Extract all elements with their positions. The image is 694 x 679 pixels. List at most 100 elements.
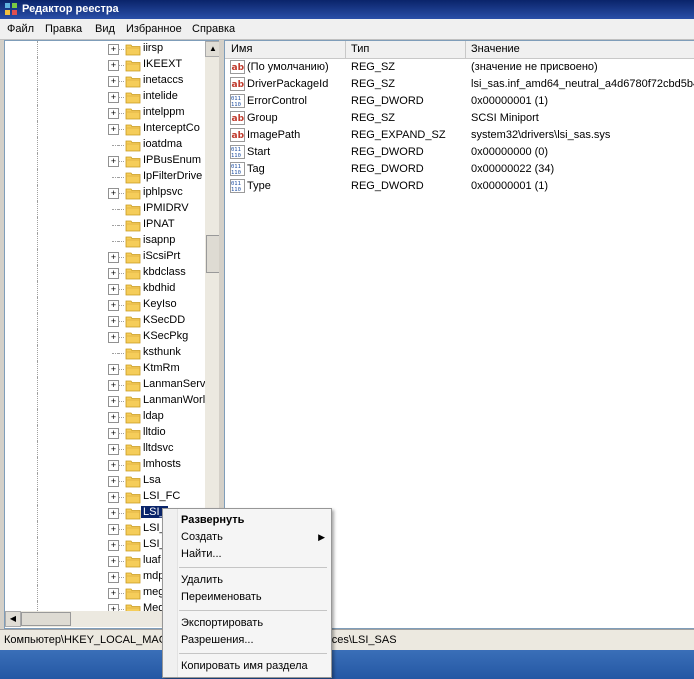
value-row[interactable]: 011 110 Tag REG_DWORD 0x00000022 (34) — [225, 161, 694, 178]
folder-icon — [125, 172, 141, 184]
folder-icon — [125, 572, 141, 584]
tree-item[interactable]: + ldap — [5, 409, 205, 425]
folder-icon — [125, 380, 141, 392]
svg-text:110: 110 — [231, 102, 241, 108]
tree-item-label: luaf — [143, 554, 161, 566]
value-row[interactable]: 011 110 Type REG_DWORD 0x00000001 (1) — [225, 178, 694, 195]
value-data: 0x00000001 (1) — [471, 180, 549, 192]
value-row[interactable]: ab (По умолчанию) REG_SZ (значение не присв… — [225, 59, 694, 76]
tree-guide-line — [37, 569, 38, 585]
value-row[interactable]: ab Group REG_SZ SCSI Miniport — [225, 110, 694, 127]
tree-item[interactable]: + iScsiPrt — [5, 249, 205, 265]
folder-icon — [125, 140, 141, 152]
value-type: REG_SZ — [351, 61, 396, 73]
menu-view[interactable]: Вид — [95, 23, 115, 35]
tree-item-label: kbdhid — [143, 282, 176, 294]
tree-guide-line — [118, 289, 124, 290]
tree-item[interactable]: IPNAT — [5, 217, 205, 233]
tree-guide-line — [37, 217, 38, 233]
tree-guide-line — [118, 113, 124, 114]
string-value-icon: ab — [230, 111, 245, 125]
menu-file[interactable]: Файл — [7, 23, 34, 35]
hscroll-thumb[interactable] — [21, 612, 71, 626]
menu-item-copy-key-name[interactable]: Копировать имя раздела — [181, 660, 308, 672]
tree-item[interactable]: IpFilterDrive — [5, 169, 205, 185]
tree-item[interactable]: + KtmRm — [5, 361, 205, 377]
value-type: REG_DWORD — [351, 180, 424, 192]
regedit-icon — [5, 3, 17, 15]
column-separator[interactable] — [345, 41, 346, 58]
tree-item[interactable]: + iphlpsvc — [5, 185, 205, 201]
menu-item-delete[interactable]: Удалить — [181, 574, 223, 586]
menu-item-permissions[interactable]: Разрешения... — [181, 634, 254, 646]
folder-icon — [125, 300, 141, 312]
tree-item[interactable]: + IPBusEnum — [5, 153, 205, 169]
tree-item[interactable]: + kbdclass — [5, 265, 205, 281]
menu-item-rename[interactable]: Переименовать — [181, 591, 262, 603]
scroll-left-arrow-icon[interactable]: ◀ — [5, 611, 21, 627]
tree-item[interactable]: IPMIDRV — [5, 201, 205, 217]
menu-item-find[interactable]: Найти... — [181, 548, 222, 560]
tree-guide-line — [118, 193, 124, 194]
tree-item[interactable]: + intelide — [5, 89, 205, 105]
scroll-up-arrow-icon[interactable]: ▲ — [205, 41, 219, 57]
menu-edit[interactable]: Правка — [45, 23, 82, 35]
tree-item[interactable]: + inetaccs — [5, 73, 205, 89]
menu-favorites[interactable]: Избранное — [126, 23, 182, 35]
tree-item[interactable]: + KeyIso — [5, 297, 205, 313]
tree-item-label: intelppm — [143, 106, 185, 118]
tree-item[interactable]: + iirsp — [5, 41, 205, 57]
tree-item[interactable]: + lmhosts — [5, 457, 205, 473]
column-type[interactable]: Тип — [351, 43, 369, 55]
tree-guide-line — [118, 369, 124, 370]
tree-item-label: KeyIso — [143, 298, 177, 310]
tree-item[interactable]: + lltdio — [5, 425, 205, 441]
tree-item[interactable]: + LSI_FC — [5, 489, 205, 505]
tree-item[interactable]: + KSecDD — [5, 313, 205, 329]
menu-item-export[interactable]: Экспортировать — [181, 617, 263, 629]
tree-item[interactable]: ioatdma — [5, 137, 205, 153]
value-data: system32\drivers\lsi_sas.sys — [471, 129, 611, 141]
tree-item[interactable]: + intelppm — [5, 105, 205, 121]
value-row[interactable]: 011 110 ErrorControl REG_DWORD 0x00000001 (1… — [225, 93, 694, 110]
menu-help[interactable]: Справка — [192, 23, 235, 35]
tree-guide-line — [37, 361, 38, 377]
tree-item-label: lltdio — [143, 426, 166, 438]
binary-value-icon: 011110 — [230, 179, 245, 193]
tree-guide-line — [118, 81, 124, 82]
tree-guide-line — [118, 145, 124, 146]
column-name[interactable]: Имя — [231, 43, 252, 55]
column-separator[interactable] — [465, 41, 466, 58]
binary-value-icon: 011110 — [230, 162, 245, 176]
tree-item[interactable]: + Lsa — [5, 473, 205, 489]
tree-item[interactable]: + LanmanWorl — [5, 393, 205, 409]
tree-item-label: IPMIDRV — [143, 202, 189, 214]
value-name: ErrorControl — [247, 95, 307, 107]
value-row[interactable]: ab ImagePath REG_EXPAND_SZ system32\drivers… — [225, 127, 694, 144]
tree-guide-line — [37, 521, 38, 537]
value-row[interactable]: ab DriverPackageId REG_SZ lsi_sas.inf_amd64… — [225, 76, 694, 93]
svg-text:110: 110 — [231, 170, 241, 176]
tree-item[interactable]: ksthunk — [5, 345, 205, 361]
submenu-arrow-icon: ▶ — [318, 532, 325, 542]
folder-icon — [125, 540, 141, 552]
tree-guide-line — [37, 105, 38, 121]
menu-item-create[interactable]: Создать — [181, 531, 223, 543]
tree-item-label: KSecPkg — [143, 330, 189, 342]
menu-item-expand[interactable]: Развернуть — [181, 514, 244, 526]
tree-item[interactable]: + lltdsvc — [5, 441, 205, 457]
column-value[interactable]: Значение — [471, 43, 520, 55]
tree-item-label: Lsa — [143, 474, 161, 486]
tree-item[interactable]: + InterceptCo — [5, 121, 205, 137]
tree-item[interactable]: + IKEEXT — [5, 57, 205, 73]
tree-guide-line — [37, 265, 38, 281]
value-type: REG_DWORD — [351, 163, 424, 175]
svg-text:110: 110 — [231, 153, 241, 159]
value-row[interactable]: 011 110 Start REG_DWORD 0x00000000 (0) — [225, 144, 694, 161]
tree-item[interactable]: isapnp — [5, 233, 205, 249]
tree-item[interactable]: + kbdhid — [5, 281, 205, 297]
tree-item[interactable]: + LanmanServ — [5, 377, 205, 393]
tree-item-label: IpFilterDrive — [143, 170, 203, 182]
tree-item[interactable]: + KSecPkg — [5, 329, 205, 345]
scroll-thumb[interactable] — [206, 235, 219, 273]
